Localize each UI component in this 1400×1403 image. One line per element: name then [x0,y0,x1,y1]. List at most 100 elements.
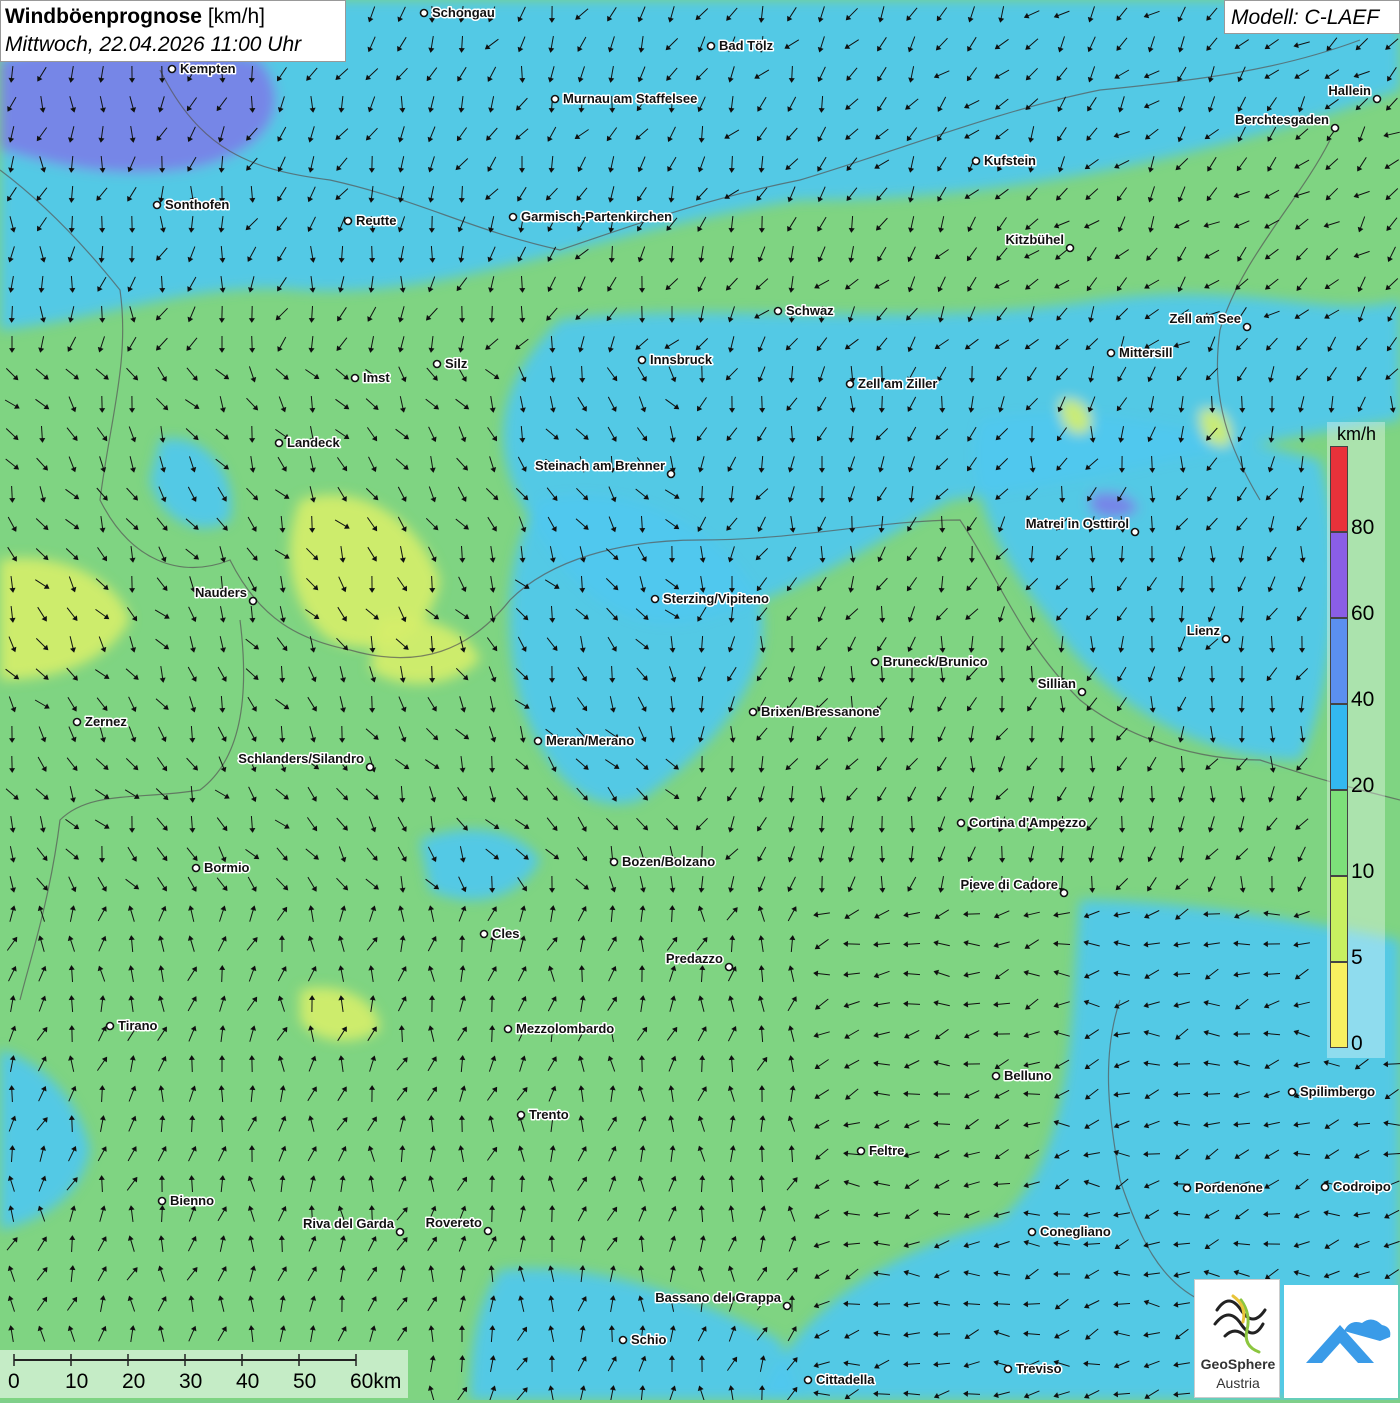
city-dot-icon [421,10,428,17]
scale-label: 10 [65,1370,88,1394]
city-dot-icon [668,471,675,478]
city-label: Garmisch-Partenkirchen [521,209,672,224]
city-dot-icon [434,361,441,368]
city-marker[interactable]: Innsbruck [639,352,713,367]
city-dot-icon [485,1228,492,1235]
legend-swatch [1330,446,1348,532]
city-label: Belluno [1004,1068,1052,1083]
city-label: Cittadella [816,1372,875,1387]
city-dot-icon [973,158,980,165]
legend-swatch [1330,704,1348,790]
scale-label: 20 [122,1370,145,1394]
city-dot-icon [1322,1184,1329,1191]
city-marker[interactable]: Bozen/Bolzano [611,854,716,869]
city-marker[interactable]: Sonthofen [154,197,230,212]
city-label: Berchtesgaden [1235,112,1329,127]
map-title: Windböenprognose [km/h] [5,3,341,31]
geosphere-logo[interactable]: GeoSphere Austria [1194,1279,1280,1398]
city-marker[interactable]: Murnau am Staffelsee [552,91,698,106]
city-dot-icon [397,1229,404,1236]
city-dot-icon [652,596,659,603]
city-label: Sillian [1038,676,1076,691]
city-dot-icon [1108,350,1115,357]
city-dot-icon [1223,636,1230,643]
city-marker[interactable]: Zell am Ziller [847,376,938,391]
legend-label: 40 [1351,688,1374,712]
city-label: Cortina d'Ampezzo [969,815,1086,830]
city-label: Matrei in Osttirol [1026,516,1129,531]
legend-label: 10 [1351,860,1374,884]
city-marker[interactable]: Conegliano [1029,1224,1111,1239]
city-label: Innsbruck [650,352,713,367]
city-label: Bienno [170,1193,214,1208]
color-legend: km/h 806040201050 [1327,422,1385,1058]
city-dot-icon [1374,96,1381,103]
city-dot-icon [1244,324,1251,331]
scale-label: 40 [236,1370,259,1394]
city-label: Kempten [180,61,236,76]
city-marker[interactable]: Mezzolombardo [505,1021,615,1036]
city-label: Bassano del Grappa [655,1290,781,1305]
city-label: Feltre [869,1143,904,1158]
mountain-cloud-icon [1284,1285,1398,1398]
city-dot-icon [620,1337,627,1344]
legend-label: 20 [1351,774,1374,798]
city-label: Schongau [432,5,495,20]
city-dot-icon [847,381,854,388]
city-label: Tirano [118,1018,158,1033]
city-label: Nauders [195,585,247,600]
city-dot-icon [169,66,176,73]
city-dot-icon [805,1377,812,1384]
city-marker[interactable]: Pordenone [1184,1180,1263,1195]
city-label: Hallein [1328,83,1371,98]
city-label: Schio [631,1332,666,1347]
city-marker[interactable]: Brixen/Bressanone [750,704,880,719]
wind-gust-map[interactable]: SchongauBad TölzKemptenMurnau am Staffel… [0,0,1400,1400]
legend-label: 5 [1351,946,1363,970]
legend-swatch [1330,532,1348,618]
logo-name-line2: Austria [1195,1375,1281,1391]
title-box: Windböenprognose [km/h] Mittwoch, 22.04.… [0,0,346,62]
city-marker[interactable]: Cortina d'Ampezzo [958,815,1087,830]
city-marker[interactable]: Garmisch-Partenkirchen [510,209,673,224]
forecast-datetime: Mittwoch, 22.04.2026 11:00 Uhr [5,31,341,59]
city-dot-icon [1289,1089,1296,1096]
city-dot-icon [1132,529,1139,536]
city-label: Predazzo [666,951,723,966]
logo-name-line1: GeoSphere [1195,1356,1281,1372]
city-label: Sterzing/Vipiteno [663,591,769,606]
city-dot-icon [1061,890,1068,897]
city-marker[interactable]: Spilimbergo [1289,1084,1376,1099]
legend-swatch [1330,962,1348,1048]
city-marker[interactable]: Meran/Merano [535,733,635,748]
city-dot-icon [345,218,352,225]
city-label: Pieve di Cadore [960,877,1058,892]
legend-swatch [1330,876,1348,962]
city-label: Kufstein [984,153,1036,168]
city-marker[interactable]: Bruneck/Brunico [872,654,988,669]
scale-label: 50 [293,1370,316,1394]
city-marker[interactable]: Cittadella [805,1372,876,1387]
city-label: Schwaz [786,303,834,318]
city-label: Kitzbühel [1006,232,1065,247]
app-logo[interactable] [1284,1285,1398,1398]
city-marker[interactable]: Sterzing/Vipiteno [652,591,769,606]
city-dot-icon [352,375,359,382]
city-label: Pordenone [1195,1180,1263,1195]
city-label: Sonthofen [165,197,229,212]
city-dot-icon [518,1112,525,1119]
city-label: Lienz [1187,623,1221,638]
city-dot-icon [1332,125,1339,132]
city-label: Reutte [356,213,396,228]
city-label: Schlanders/Silandro [238,751,364,766]
city-dot-icon [510,214,517,221]
city-label: Treviso [1016,1361,1062,1376]
city-label: Trento [529,1107,569,1122]
city-dot-icon [784,1303,791,1310]
legend-label: 0 [1351,1032,1363,1056]
city-dot-icon [775,308,782,315]
city-dot-icon [958,820,965,827]
city-marker[interactable]: Schongau [421,5,495,20]
city-dot-icon [552,96,559,103]
city-dot-icon [708,43,715,50]
